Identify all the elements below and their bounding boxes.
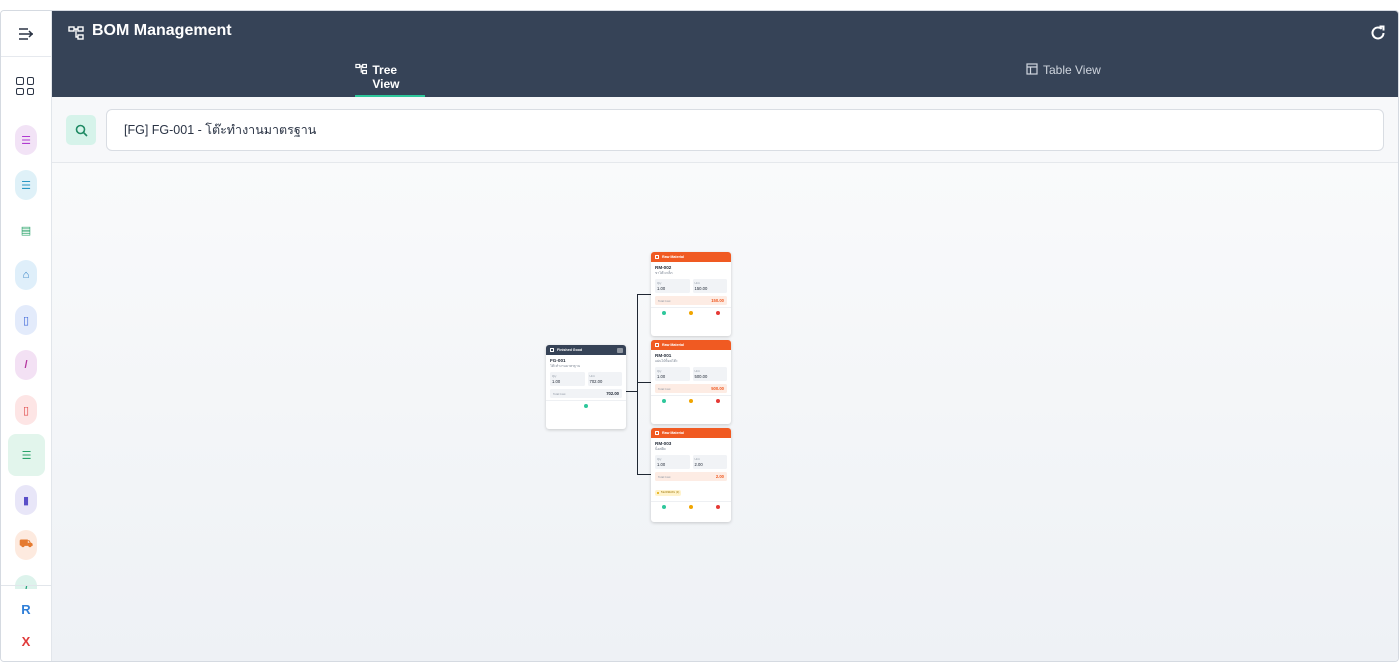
search-bar: [FG] FG-001 - โต๊ะทำงานมาตรฐาน bbox=[52, 97, 1398, 163]
product-search-input[interactable]: [FG] FG-001 - โต๊ะทำงานมาตรฐาน bbox=[106, 109, 1384, 151]
node-type-label: Raw Material bbox=[662, 255, 684, 259]
tree-connector bbox=[637, 294, 651, 295]
node-type-label: Raw Material bbox=[662, 431, 684, 435]
node-name: โต๊ะทำงานมาตรฐาน bbox=[550, 364, 581, 368]
tab-tree-view[interactable]: Tree View bbox=[355, 63, 425, 97]
tree-connector bbox=[637, 474, 651, 475]
sidebar: ☰ ☰ ▤ ⌂ ▯ / ▯ ☰ ▮ ⛟ / R X bbox=[1, 11, 52, 661]
sidebar-letter-x[interactable]: X bbox=[1, 634, 51, 649]
sidebar-letter-r[interactable]: R bbox=[1, 602, 51, 617]
edit-icon[interactable] bbox=[688, 310, 693, 315]
box-icon bbox=[550, 348, 554, 352]
node-body: RM-002 ขาโต๊ะเหล็ก Qty 1.00 Unit 150.00 To… bbox=[651, 262, 731, 307]
node-code: FG-001 bbox=[550, 358, 566, 363]
edit-icon[interactable] bbox=[688, 504, 693, 509]
node-body: RM-003 น็อตยึด Qty 1.00 Unit 2.00 Total Co… bbox=[651, 438, 731, 501]
node-unit-cost: Unit 702.00 bbox=[587, 372, 622, 386]
bom-tree-canvas[interactable]: Finished Good FG-001 โต๊ะทำงานมาตรฐาน Qt… bbox=[52, 163, 1398, 661]
node-qty: Qty 1.00 bbox=[550, 372, 585, 386]
tree-connector bbox=[637, 294, 638, 474]
table-view-icon bbox=[1026, 63, 1038, 75]
delete-icon[interactable] bbox=[715, 310, 720, 315]
app-window: ☰ ☰ ▤ ⌂ ▯ / ▯ ☰ ▮ ⛟ / R X BOM Management bbox=[0, 10, 1399, 662]
add-child-icon[interactable] bbox=[662, 504, 667, 509]
tree-connector bbox=[626, 391, 637, 392]
node-qty: Qty 1.00 bbox=[655, 455, 690, 469]
badge-dot-icon bbox=[657, 491, 660, 494]
collapse-icon[interactable] bbox=[617, 347, 623, 353]
node-qty: Qty 1.00 bbox=[655, 279, 690, 293]
node-name: แผ่นไม้ท็อปโต๊ะ bbox=[655, 359, 678, 363]
sidebar-item-truck-icon[interactable]: ⛟ bbox=[15, 530, 37, 560]
bom-node-finished-good[interactable]: Finished Good FG-001 โต๊ะทำงานมาตรฐาน Qt… bbox=[546, 345, 626, 429]
search-icon bbox=[75, 124, 88, 137]
node-header: Finished Good bbox=[546, 345, 626, 355]
node-total: Total Cost 500.00 bbox=[655, 384, 727, 393]
tree-structure-icon bbox=[68, 26, 84, 40]
dashboard-grid-icon[interactable] bbox=[16, 77, 34, 95]
node-header: Raw Material bbox=[651, 340, 731, 350]
tab-label: Table View bbox=[1043, 63, 1101, 77]
add-child-icon[interactable] bbox=[662, 310, 667, 315]
node-actions bbox=[651, 501, 731, 511]
menu-toggle-icon[interactable] bbox=[1, 11, 51, 57]
bom-node-raw-material[interactable]: Raw Material RM-001 แผ่นไม้ท็อปโต๊ะ Qty 1… bbox=[651, 340, 731, 424]
node-code: RM-002 bbox=[655, 265, 672, 270]
sidebar-item-filter-icon[interactable]: ☰ bbox=[15, 125, 37, 155]
tab-label: Tree View bbox=[372, 63, 400, 91]
search-button[interactable] bbox=[66, 115, 96, 145]
delete-icon[interactable] bbox=[715, 398, 720, 403]
bom-node-raw-material[interactable]: Raw Material RM-003 น็อตยึด Qty 1.00 Unit… bbox=[651, 428, 731, 522]
node-unit-cost: Unit 2.00 bbox=[692, 455, 727, 469]
node-header: Raw Material bbox=[651, 252, 731, 262]
sidebar-item-tool-icon[interactable]: / bbox=[15, 350, 37, 380]
node-code: RM-003 bbox=[655, 441, 672, 446]
node-total: Total Cost 702.00 bbox=[550, 389, 622, 398]
node-quantity-row: Qty 1.00 Unit 150.00 bbox=[655, 279, 727, 293]
node-body: FG-001 โต๊ะทำงานมาตรฐาน Qty 1.00 Unit 702.… bbox=[546, 355, 626, 400]
add-child-icon[interactable] bbox=[662, 398, 667, 403]
sidebar-menu: ☰ ☰ ▤ ⌂ ▯ / ▯ ☰ ▮ ⛟ / bbox=[1, 117, 51, 589]
delete-icon[interactable] bbox=[715, 504, 720, 509]
node-quantity-row: Qty 1.00 Unit 702.00 bbox=[550, 372, 622, 386]
substitute-badge[interactable]: ของทดแทน (3) bbox=[655, 489, 682, 497]
node-total: Total Cost 2.00 bbox=[655, 472, 727, 481]
node-body: RM-001 แผ่นไม้ท็อปโต๊ะ Qty 1.00 Unit 500.0… bbox=[651, 350, 731, 395]
sidebar-item-settings-icon[interactable]: ☰ bbox=[15, 170, 37, 200]
box-icon bbox=[655, 343, 659, 347]
node-total: Total Cost 150.00 bbox=[655, 296, 727, 305]
node-qty: Qty 1.00 bbox=[655, 367, 690, 381]
refresh-icon[interactable] bbox=[1369, 24, 1387, 42]
sidebar-footer: R X bbox=[1, 585, 51, 661]
sidebar-item-warehouse-icon[interactable]: ⌂ bbox=[15, 260, 37, 290]
page-header: BOM Management Tree View Table View bbox=[52, 11, 1398, 97]
node-name: ขาโต๊ะเหล็ก bbox=[655, 271, 673, 275]
box-icon bbox=[655, 431, 659, 435]
node-header: Raw Material bbox=[651, 428, 731, 438]
node-actions bbox=[651, 307, 731, 317]
edit-icon[interactable] bbox=[688, 398, 693, 403]
bom-node-raw-material[interactable]: Raw Material RM-002 ขาโต๊ะเหล็ก Qty 1.00 … bbox=[651, 252, 731, 336]
sidebar-item-clipboard-icon[interactable]: ▯ bbox=[15, 305, 37, 335]
node-quantity-row: Qty 1.00 Unit 500.00 bbox=[655, 367, 727, 381]
sidebar-item-bom-icon[interactable]: ☰ bbox=[8, 434, 45, 476]
tree-connector bbox=[637, 382, 651, 383]
node-unit-cost: Unit 500.00 bbox=[692, 367, 727, 381]
add-child-icon[interactable] bbox=[584, 403, 588, 408]
node-actions bbox=[651, 395, 731, 405]
node-type-label: Finished Good bbox=[557, 348, 583, 352]
tree-view-icon bbox=[355, 63, 368, 75]
node-unit-cost: Unit 150.00 bbox=[692, 279, 727, 293]
sidebar-item-chart-icon[interactable]: ▮ bbox=[15, 485, 37, 515]
page-title: BOM Management bbox=[92, 22, 232, 39]
node-actions bbox=[546, 400, 626, 410]
box-icon bbox=[655, 255, 659, 259]
tab-table-view[interactable]: Table View bbox=[1026, 63, 1106, 97]
node-type-label: Raw Material bbox=[662, 343, 684, 347]
node-code: RM-001 bbox=[655, 353, 672, 358]
node-quantity-row: Qty 1.00 Unit 2.00 bbox=[655, 455, 727, 469]
sidebar-item-report-icon[interactable]: ▯ bbox=[15, 395, 37, 425]
sidebar-item-document-icon[interactable]: ▤ bbox=[15, 215, 37, 245]
node-name: น็อตยึด bbox=[655, 447, 666, 451]
